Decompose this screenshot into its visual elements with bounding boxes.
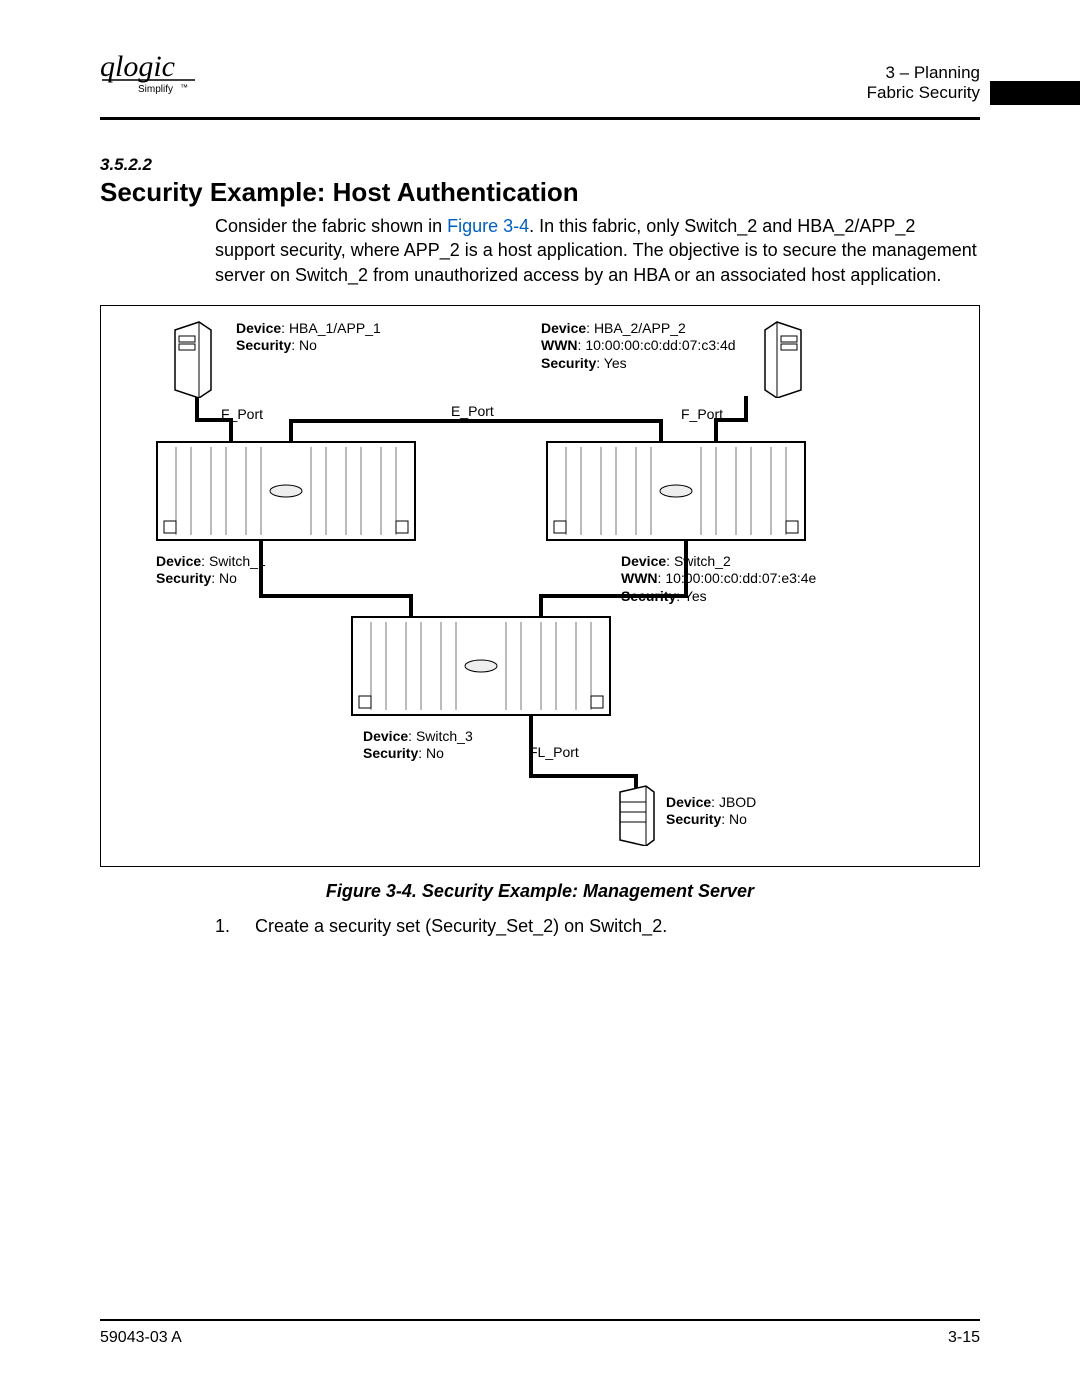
footer-page-number: 3-15 [948,1329,980,1347]
svg-text:qlogic: qlogic [100,50,175,83]
hba1-label: Device: HBA_1/APP_1 Security: No [236,320,381,355]
figure-caption: Figure 3-4. Security Example: Management… [100,881,980,902]
step-1: 1. Create a security set (Security_Set_2… [215,916,980,937]
svg-text:Simplify: Simplify [138,84,173,95]
figure-cross-ref[interactable]: Figure 3-4 [447,216,529,236]
jbod-icon [616,784,658,846]
para-pre: Consider the fabric shown in [215,216,447,236]
header-rule [100,117,980,120]
fl-port-label: FL_Port [529,744,579,760]
page: qlogic Simplify ™ 3 – Planning Fabric Se… [0,0,1080,1397]
switch2-label: Device: Switch_2 WWN: 10:00:00:c0:dd:07:… [621,553,816,606]
logo: qlogic Simplify ™ [100,50,210,103]
svg-text:™: ™ [180,83,188,92]
step-1-text: Create a security set (Security_Set_2) o… [255,916,667,936]
page-header: qlogic Simplify ™ 3 – Planning Fabric Se… [100,50,980,111]
header-section: Fabric Security [867,83,980,102]
hba2-label: Device: HBA_2/APP_2 WWN: 10:00:00:c0:dd:… [541,320,736,373]
figure-3-4: Device: HBA_1/APP_1 Security: No Device:… [100,305,980,867]
switch1-label: Device: Switch_1 Security: No [156,553,266,588]
switch-icon-2 [546,441,806,541]
jbod-label: Device: JBOD Security: No [666,794,756,829]
tower-icon-hba1 [171,320,215,398]
header-context: 3 – Planning Fabric Security [867,63,980,103]
footer-doc-id: 59043-03 A [100,1329,182,1347]
step-1-number: 1. [215,916,250,937]
header-chapter: 3 – Planning [867,63,980,83]
qlogic-logo-icon: qlogic Simplify ™ [100,50,210,98]
tower-icon-hba2 [761,320,805,398]
intro-paragraph: Consider the fabric shown in Figure 3-4.… [215,214,980,287]
page-footer: 59043-03 A 3-15 [100,1319,980,1347]
e-port-label: E_Port [451,403,494,419]
f-port-right-label: F_Port [681,406,723,422]
section-title: Security Example: Host Authentication [100,177,980,208]
switch-icon-1 [156,441,416,541]
section-number: 3.5.2.2 [100,155,980,175]
switch-icon-3 [351,616,611,716]
switch3-label: Device: Switch_3 Security: No [363,728,473,763]
header-tab-icon [990,81,1080,105]
f-port-left-label: F_Port [221,406,263,422]
